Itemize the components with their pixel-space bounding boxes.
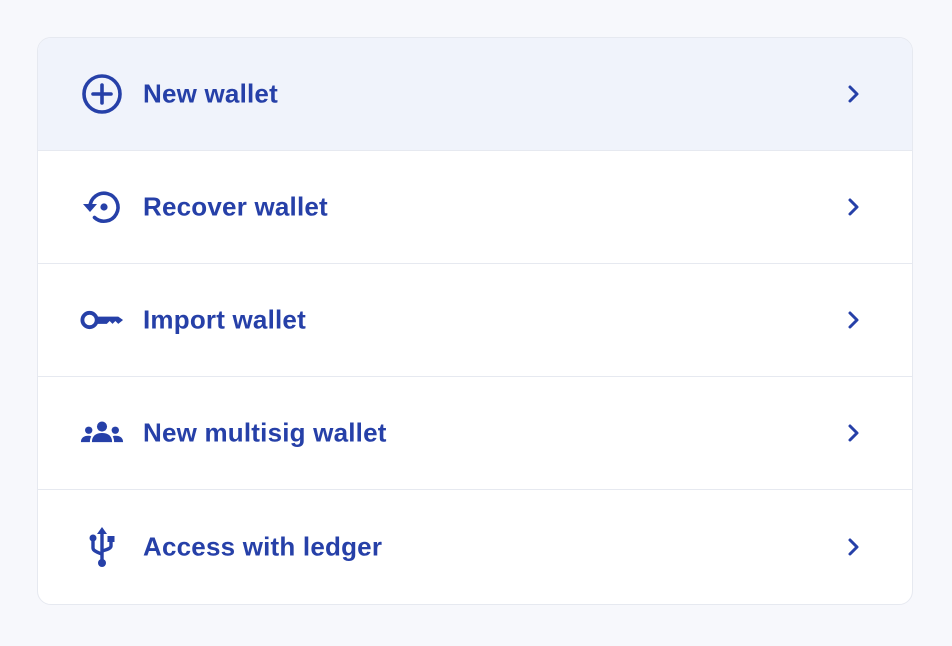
chevron-right-icon (846, 421, 862, 445)
menu-item-label: Recover wallet (143, 191, 328, 222)
plus-circle-icon (80, 72, 124, 116)
menu-item-import-wallet[interactable]: Import wallet (38, 264, 912, 377)
restore-icon (80, 185, 124, 229)
chevron-right-icon (846, 82, 862, 106)
menu-item-recover-wallet[interactable]: Recover wallet (38, 151, 912, 264)
menu-item-label: New wallet (143, 78, 278, 109)
wallet-options-card: New wallet Recover wallet Import wallet … (37, 37, 913, 605)
menu-item-label: Access with ledger (143, 531, 383, 562)
menu-item-label: Import wallet (143, 304, 306, 335)
key-icon (80, 298, 124, 342)
chevron-right-icon (846, 535, 862, 559)
menu-item-new-multisig-wallet[interactable]: New multisig wallet (38, 377, 912, 490)
chevron-right-icon (846, 308, 862, 332)
menu-item-new-wallet[interactable]: New wallet (38, 38, 912, 151)
chevron-right-icon (846, 195, 862, 219)
menu-item-access-with-ledger[interactable]: Access with ledger (38, 490, 912, 604)
menu-item-label: New multisig wallet (143, 417, 387, 448)
group-icon (80, 411, 124, 455)
usb-icon (80, 525, 124, 569)
